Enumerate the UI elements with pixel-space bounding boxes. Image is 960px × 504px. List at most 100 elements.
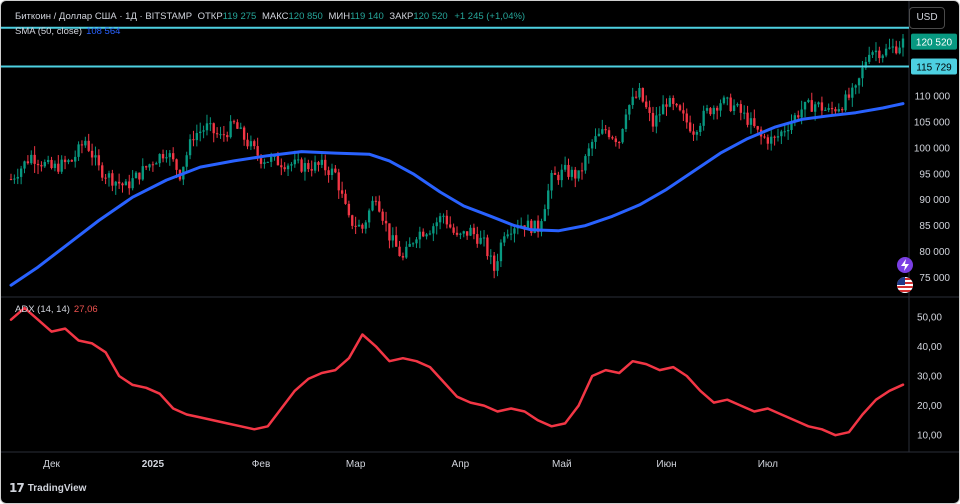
candle-body bbox=[364, 222, 367, 229]
lightning-icon[interactable] bbox=[897, 257, 913, 273]
candle-body bbox=[587, 148, 590, 157]
candle-body bbox=[330, 168, 334, 176]
candle-body bbox=[567, 164, 570, 177]
candle-body bbox=[580, 170, 584, 172]
candle-body bbox=[256, 146, 259, 156]
candle-body bbox=[395, 235, 398, 247]
candle-body bbox=[128, 181, 131, 189]
candle-body bbox=[895, 46, 898, 54]
symbol-title[interactable]: Биткоин / Доллар США · 1Д · BITSTAMP bbox=[15, 11, 192, 22]
candle-body bbox=[428, 233, 432, 235]
candle-body bbox=[702, 110, 705, 126]
candle-body bbox=[820, 102, 824, 111]
candle-body bbox=[212, 123, 215, 134]
candle-body bbox=[347, 203, 351, 216]
candle-body bbox=[19, 168, 23, 177]
candle-body bbox=[688, 122, 692, 132]
candle-body bbox=[807, 100, 810, 102]
candle-body bbox=[97, 155, 101, 166]
candle-body bbox=[854, 85, 857, 88]
candle-body bbox=[236, 122, 239, 129]
close-value: 120 520 bbox=[413, 11, 448, 22]
candle-body bbox=[74, 156, 77, 162]
candle-body bbox=[307, 163, 310, 170]
candle-body bbox=[36, 163, 40, 166]
candle-body bbox=[46, 159, 50, 163]
candle-body bbox=[675, 103, 678, 106]
candle-body bbox=[26, 161, 30, 164]
price-tick-label: 80 000 bbox=[919, 247, 950, 258]
price-tick-label: 95 000 bbox=[919, 169, 950, 180]
candle-body bbox=[418, 231, 422, 240]
candle-body bbox=[824, 109, 827, 111]
time-tick-label: Май bbox=[552, 459, 572, 470]
candle-body bbox=[506, 234, 509, 237]
adx-legend[interactable]: ADX (14, 14) 27,06 bbox=[15, 304, 98, 315]
candle-body bbox=[604, 129, 607, 131]
candle-body bbox=[584, 156, 587, 171]
candle-body bbox=[803, 101, 807, 110]
candle-body bbox=[837, 109, 840, 112]
candle-body bbox=[753, 118, 756, 127]
candle-body bbox=[334, 168, 337, 173]
candle-body bbox=[732, 105, 736, 112]
candle-body bbox=[830, 108, 834, 110]
candle-body bbox=[269, 156, 273, 162]
candle-body bbox=[192, 139, 195, 141]
candle-body bbox=[77, 144, 80, 157]
sma-legend[interactable]: SMA (50, close) 108 564 bbox=[15, 26, 120, 37]
candle-body bbox=[547, 190, 550, 210]
chart-frame: 75 000 80 000 85 000 90 000 95 000 100 000 105… bbox=[0, 0, 960, 504]
candle-body bbox=[813, 104, 817, 112]
candle-body bbox=[432, 226, 435, 234]
candle-body bbox=[43, 162, 46, 167]
candle-body bbox=[482, 237, 486, 239]
candle-body bbox=[280, 165, 283, 168]
candle-body bbox=[222, 134, 226, 136]
candle-body bbox=[175, 159, 178, 170]
candle-body bbox=[462, 231, 465, 234]
candle-body bbox=[23, 161, 26, 169]
candle-body bbox=[195, 133, 199, 141]
candle-body bbox=[405, 246, 408, 258]
candle-body bbox=[188, 139, 192, 156]
sma-label: SMA (50, close) bbox=[15, 26, 83, 37]
candle-body bbox=[648, 107, 651, 113]
candle-body bbox=[357, 224, 361, 227]
candle-body bbox=[857, 78, 861, 86]
candle-body bbox=[834, 109, 837, 112]
candle-body bbox=[486, 237, 489, 257]
candle-body bbox=[871, 52, 874, 55]
currency-button[interactable]: USD bbox=[909, 7, 945, 29]
candle-body bbox=[165, 157, 168, 159]
candle-body bbox=[87, 140, 90, 151]
candle-body bbox=[327, 170, 330, 176]
tradingview-logo[interactable]: 17 TradingView bbox=[9, 481, 86, 495]
price-tick-label: 105 000 bbox=[914, 118, 951, 129]
candle-body bbox=[9, 179, 13, 181]
candle-body bbox=[577, 170, 580, 179]
candle-body bbox=[134, 172, 138, 179]
candle-body bbox=[286, 165, 290, 170]
candle-body bbox=[618, 142, 621, 144]
candle-body bbox=[371, 200, 374, 211]
candle-body bbox=[800, 109, 803, 118]
candle-body bbox=[158, 154, 161, 164]
close-label: ЗАКР bbox=[389, 11, 414, 22]
candle-body bbox=[898, 47, 901, 54]
candle-body bbox=[841, 109, 844, 111]
candle-body bbox=[553, 172, 557, 175]
us-flag-icon[interactable] bbox=[897, 277, 913, 293]
candle-body bbox=[817, 102, 820, 105]
adx-tick-label: 10,00 bbox=[917, 431, 942, 442]
candle-body bbox=[388, 223, 391, 241]
time-tick-label: Апр bbox=[452, 459, 470, 470]
candle-body bbox=[878, 50, 881, 59]
candle-body bbox=[492, 255, 496, 271]
candle-body bbox=[60, 159, 63, 172]
candle-body bbox=[513, 228, 516, 234]
candle-body bbox=[131, 178, 134, 189]
candle-body bbox=[354, 225, 357, 227]
chart-canvas[interactable]: 75 000 80 000 85 000 90 000 95 000 100 000 105… bbox=[1, 1, 959, 503]
candle-body bbox=[729, 97, 732, 112]
